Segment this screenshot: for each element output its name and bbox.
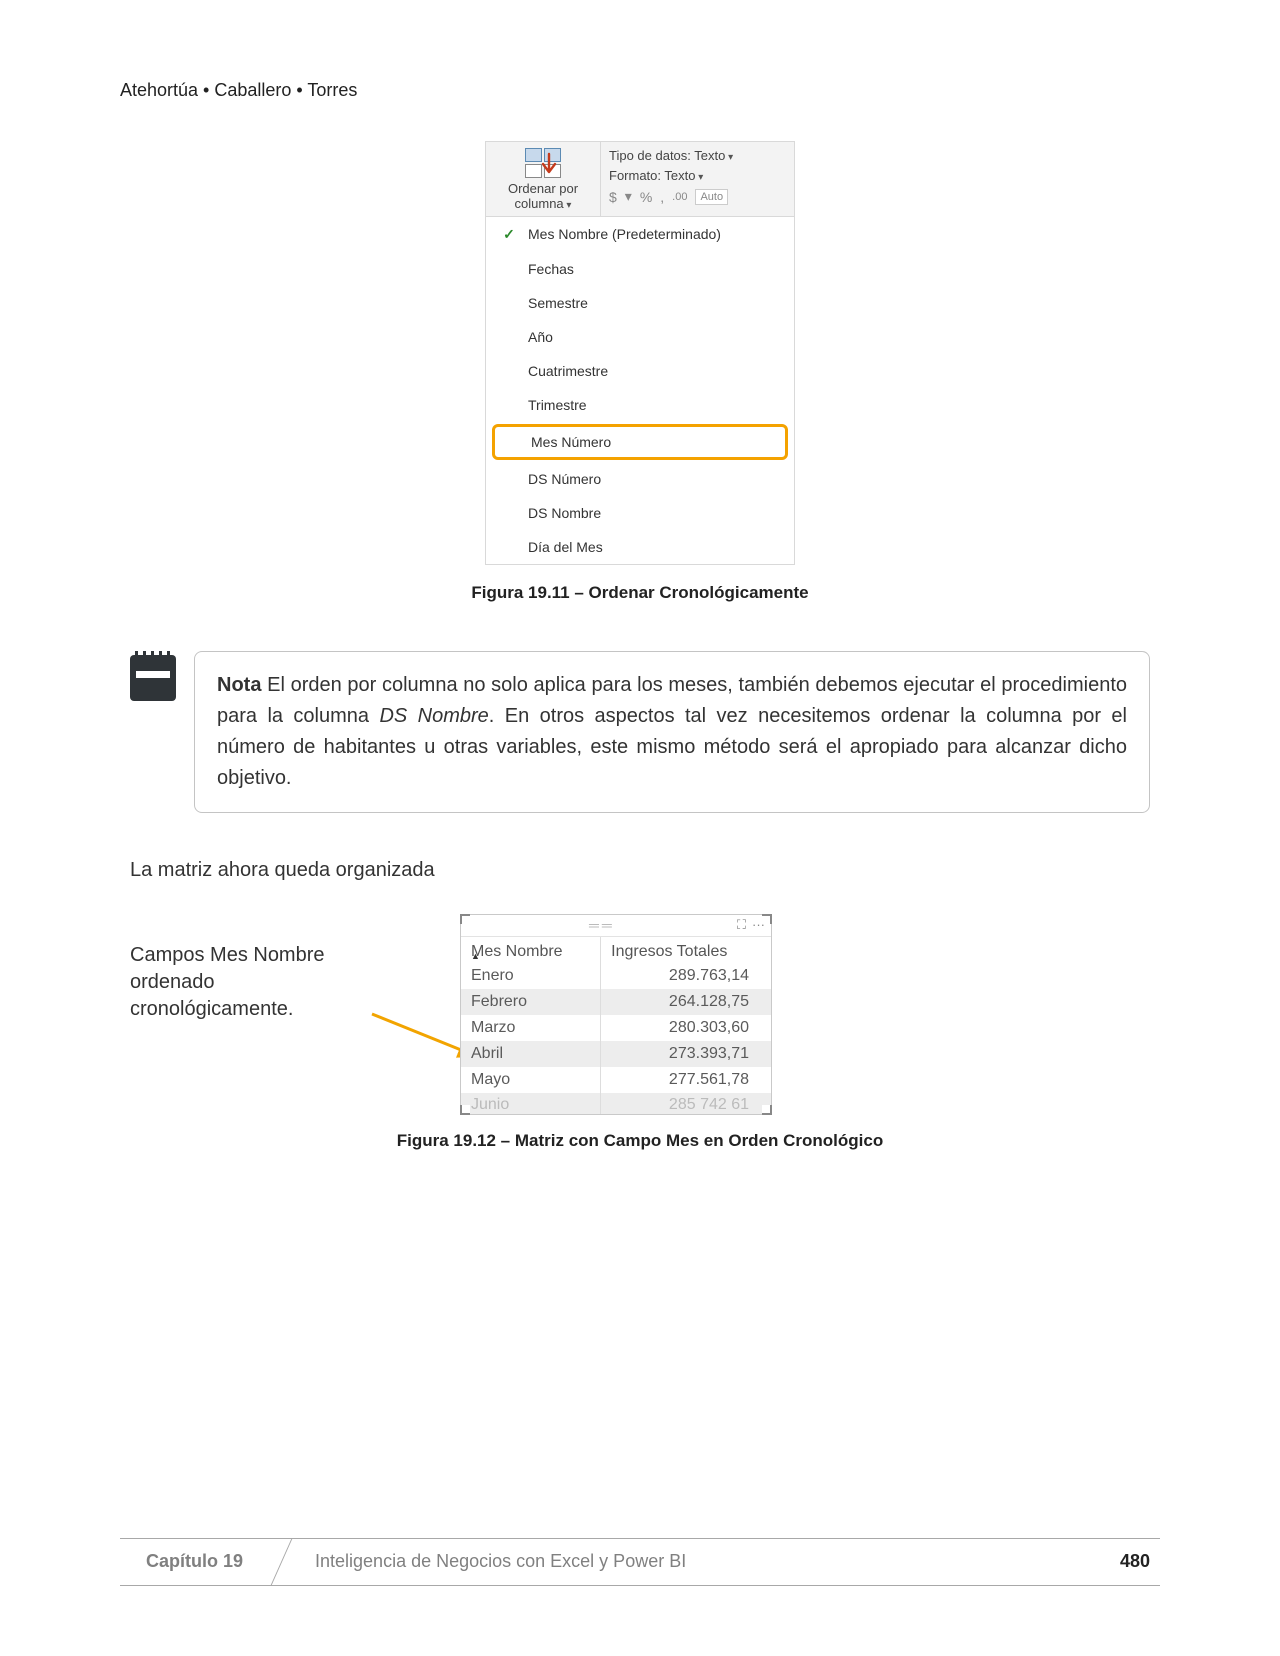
menu-item-1[interactable]: Fechas xyxy=(486,252,794,286)
table-row[interactable]: Abril273.393,71 xyxy=(461,1041,771,1067)
footer-chapter: Capítulo 19 xyxy=(120,1539,269,1585)
footer-title: Inteligencia de Negocios con Excel y Pow… xyxy=(295,1539,1110,1585)
page-number: 480 xyxy=(1110,1539,1160,1585)
page-footer: Capítulo 19 Inteligencia de Negocios con… xyxy=(120,1538,1160,1586)
matrix-visual[interactable]: ══ ⛶ ··· Mes Nombre▲ Ingresos Totales En… xyxy=(460,914,772,1115)
sort-label-1: Ordenar por xyxy=(508,181,578,196)
note-text: Nota El orden por columna no solo aplica… xyxy=(194,651,1150,813)
annotation-text: Campos Mes Nombre ordenado cronológicame… xyxy=(130,914,370,1023)
menu-item-label: DS Nombre xyxy=(528,505,601,521)
currency-button[interactable]: $ xyxy=(609,189,617,205)
menu-item-label: Trimestre xyxy=(528,397,587,413)
drag-handle-icon[interactable]: ══ xyxy=(467,917,737,933)
note-block: Nota El orden por columna no solo aplica… xyxy=(130,651,1150,813)
body-paragraph: La matriz ahora queda organizada xyxy=(130,859,1150,882)
menu-item-0[interactable]: ✓ Mes Nombre (Predeterminado) xyxy=(486,217,794,252)
menu-item-7[interactable]: DS Número xyxy=(486,462,794,496)
menu-item-label: DS Número xyxy=(528,471,601,487)
cell-value: 277.561,78 xyxy=(601,1067,771,1093)
menu-item-label: Mes Nombre (Predeterminado) xyxy=(528,226,721,242)
note-label: Nota xyxy=(217,674,261,696)
menu-item-4[interactable]: Cuatrimestre xyxy=(486,354,794,388)
auto-button[interactable]: Auto xyxy=(695,189,728,205)
matrix-table: Mes Nombre▲ Ingresos Totales Enero289.76… xyxy=(461,937,771,1114)
ribbon-panel: Ordenar por columna Tipo de datos: Texto… xyxy=(485,141,795,565)
cell-month: Enero xyxy=(461,963,601,989)
table-row[interactable]: Enero289.763,14 xyxy=(461,963,771,989)
figure-19-12: Campos Mes Nombre ordenado cronológicame… xyxy=(130,914,1150,1115)
column-header-ingresos[interactable]: Ingresos Totales xyxy=(601,937,771,963)
format-dropdown[interactable]: Formato: Texto xyxy=(609,168,786,183)
authors-header: Atehortúa • Caballero • Torres xyxy=(120,80,1160,101)
footer-divider xyxy=(269,1539,295,1585)
menu-item-label: Fechas xyxy=(528,261,574,277)
menu-item-6[interactable]: Mes Número xyxy=(492,424,788,460)
notepad-icon xyxy=(130,655,176,701)
cell-month: Mayo xyxy=(461,1067,601,1093)
cell-value: 264.128,75 xyxy=(601,989,771,1015)
menu-item-3[interactable]: Año xyxy=(486,320,794,354)
cell-month: Marzo xyxy=(461,1015,601,1041)
menu-item-label: Año xyxy=(528,329,553,345)
menu-item-label: Cuatrimestre xyxy=(528,363,608,379)
focus-mode-icon[interactable]: ⛶ xyxy=(737,917,746,933)
check-icon: ✓ xyxy=(500,226,518,243)
cell-value: 289.763,14 xyxy=(601,963,771,989)
cell-month: Febrero xyxy=(461,989,601,1015)
decimals-button[interactable]: .00 xyxy=(672,191,687,203)
table-row-cut: Junio285 742 61 xyxy=(461,1093,771,1114)
number-format-buttons: $ ▾ % , .00 Auto xyxy=(609,188,786,205)
figure-19-11: Ordenar por columna Tipo de datos: Texto… xyxy=(120,141,1160,565)
cell-value: 280.303,60 xyxy=(601,1015,771,1041)
figure-19-11-caption: Figura 19.11 – Ordenar Cronológicamente xyxy=(120,583,1160,603)
menu-item-label: Semestre xyxy=(528,295,588,311)
sort-by-column-button[interactable]: Ordenar por columna xyxy=(486,142,601,216)
sort-column-icon xyxy=(525,148,561,178)
cell-month: Abril xyxy=(461,1041,601,1067)
sort-label-2: columna xyxy=(515,196,572,211)
column-header-mes-nombre[interactable]: Mes Nombre▲ xyxy=(461,937,601,963)
percent-button[interactable]: % xyxy=(640,189,652,205)
menu-item-9[interactable]: Día del Mes xyxy=(486,530,794,564)
sort-column-menu: ✓ Mes Nombre (Predeterminado) Fechas Semest… xyxy=(486,217,794,564)
menu-item-5[interactable]: Trimestre xyxy=(486,388,794,422)
figure-19-12-caption: Figura 19.12 – Matriz con Campo Mes en O… xyxy=(120,1131,1160,1151)
menu-item-label: Día del Mes xyxy=(528,539,603,555)
table-row[interactable]: Febrero264.128,75 xyxy=(461,989,771,1015)
menu-item-2[interactable]: Semestre xyxy=(486,286,794,320)
menu-item-label: Mes Número xyxy=(531,434,611,450)
thousands-button[interactable]: , xyxy=(660,189,664,205)
cell-value: 273.393,71 xyxy=(601,1041,771,1067)
table-row[interactable]: Marzo280.303,60 xyxy=(461,1015,771,1041)
datatype-dropdown[interactable]: Tipo de datos: Texto xyxy=(609,148,786,163)
table-row[interactable]: Mayo277.561,78 xyxy=(461,1067,771,1093)
menu-item-8[interactable]: DS Nombre xyxy=(486,496,794,530)
